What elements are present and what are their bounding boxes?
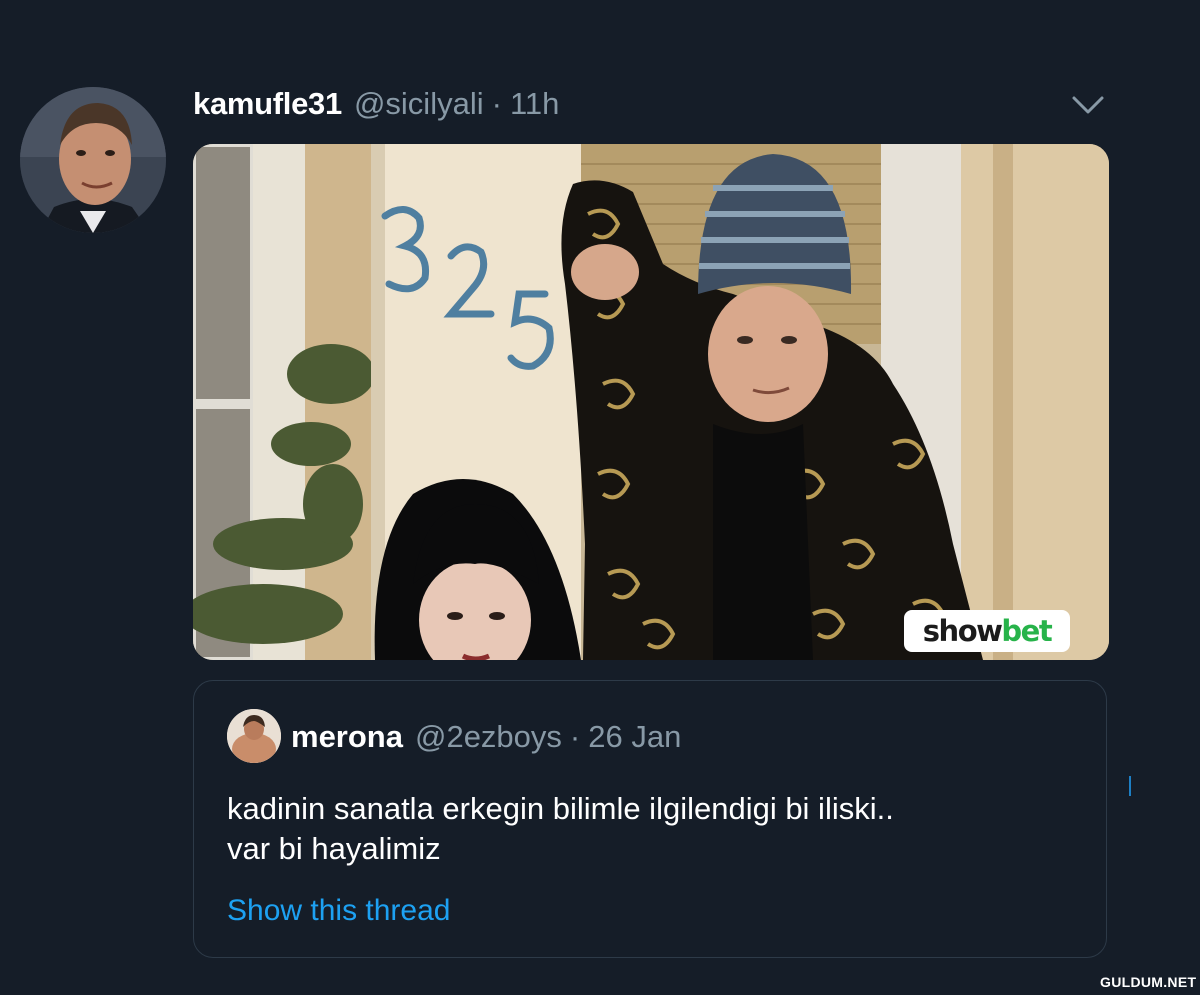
scroll-indicator bbox=[1129, 776, 1131, 796]
quoted-tweet-date[interactable]: 26 Jan bbox=[588, 719, 681, 755]
tweet-header: kamufle31 @sicilyali · 11h bbox=[193, 82, 559, 126]
quoted-author-avatar[interactable] bbox=[227, 709, 281, 763]
tweet-timestamp[interactable]: 11h bbox=[510, 86, 559, 122]
tweet-media-image[interactable] bbox=[193, 144, 1109, 660]
quoted-author-display-name[interactable]: merona bbox=[291, 719, 403, 755]
header-separator: · bbox=[491, 86, 502, 121]
chevron-down-icon[interactable] bbox=[1068, 90, 1108, 122]
logo-text-show: show bbox=[922, 614, 1003, 648]
quoted-tweet-header: merona @2ezboys · 26 Jan bbox=[291, 717, 681, 757]
photo-scene bbox=[193, 144, 1109, 660]
author-display-name[interactable]: kamufle31 bbox=[193, 86, 342, 122]
logo-text-bet: bet bbox=[1001, 614, 1052, 648]
author-avatar[interactable] bbox=[20, 87, 166, 233]
show-thread-link[interactable]: Show this thread bbox=[227, 894, 450, 928]
tweet-screen: kamufle31 @sicilyali · 11h show bet mero… bbox=[0, 0, 1200, 995]
author-avatar-image bbox=[20, 87, 166, 233]
site-watermark: GULDUM.NET bbox=[1100, 974, 1197, 990]
quoted-tweet-card[interactable]: merona @2ezboys · 26 Jan kadinin sanatla… bbox=[193, 680, 1107, 958]
quoted-author-handle[interactable]: @2ezboys bbox=[415, 719, 562, 755]
quoted-tweet-text: kadinin sanatla erkegin bilimle ilgilend… bbox=[227, 791, 894, 866]
author-handle[interactable]: @sicilyali bbox=[354, 86, 484, 122]
showbet-logo: show bet bbox=[904, 610, 1070, 652]
quoted-header-separator: · bbox=[569, 719, 581, 754]
